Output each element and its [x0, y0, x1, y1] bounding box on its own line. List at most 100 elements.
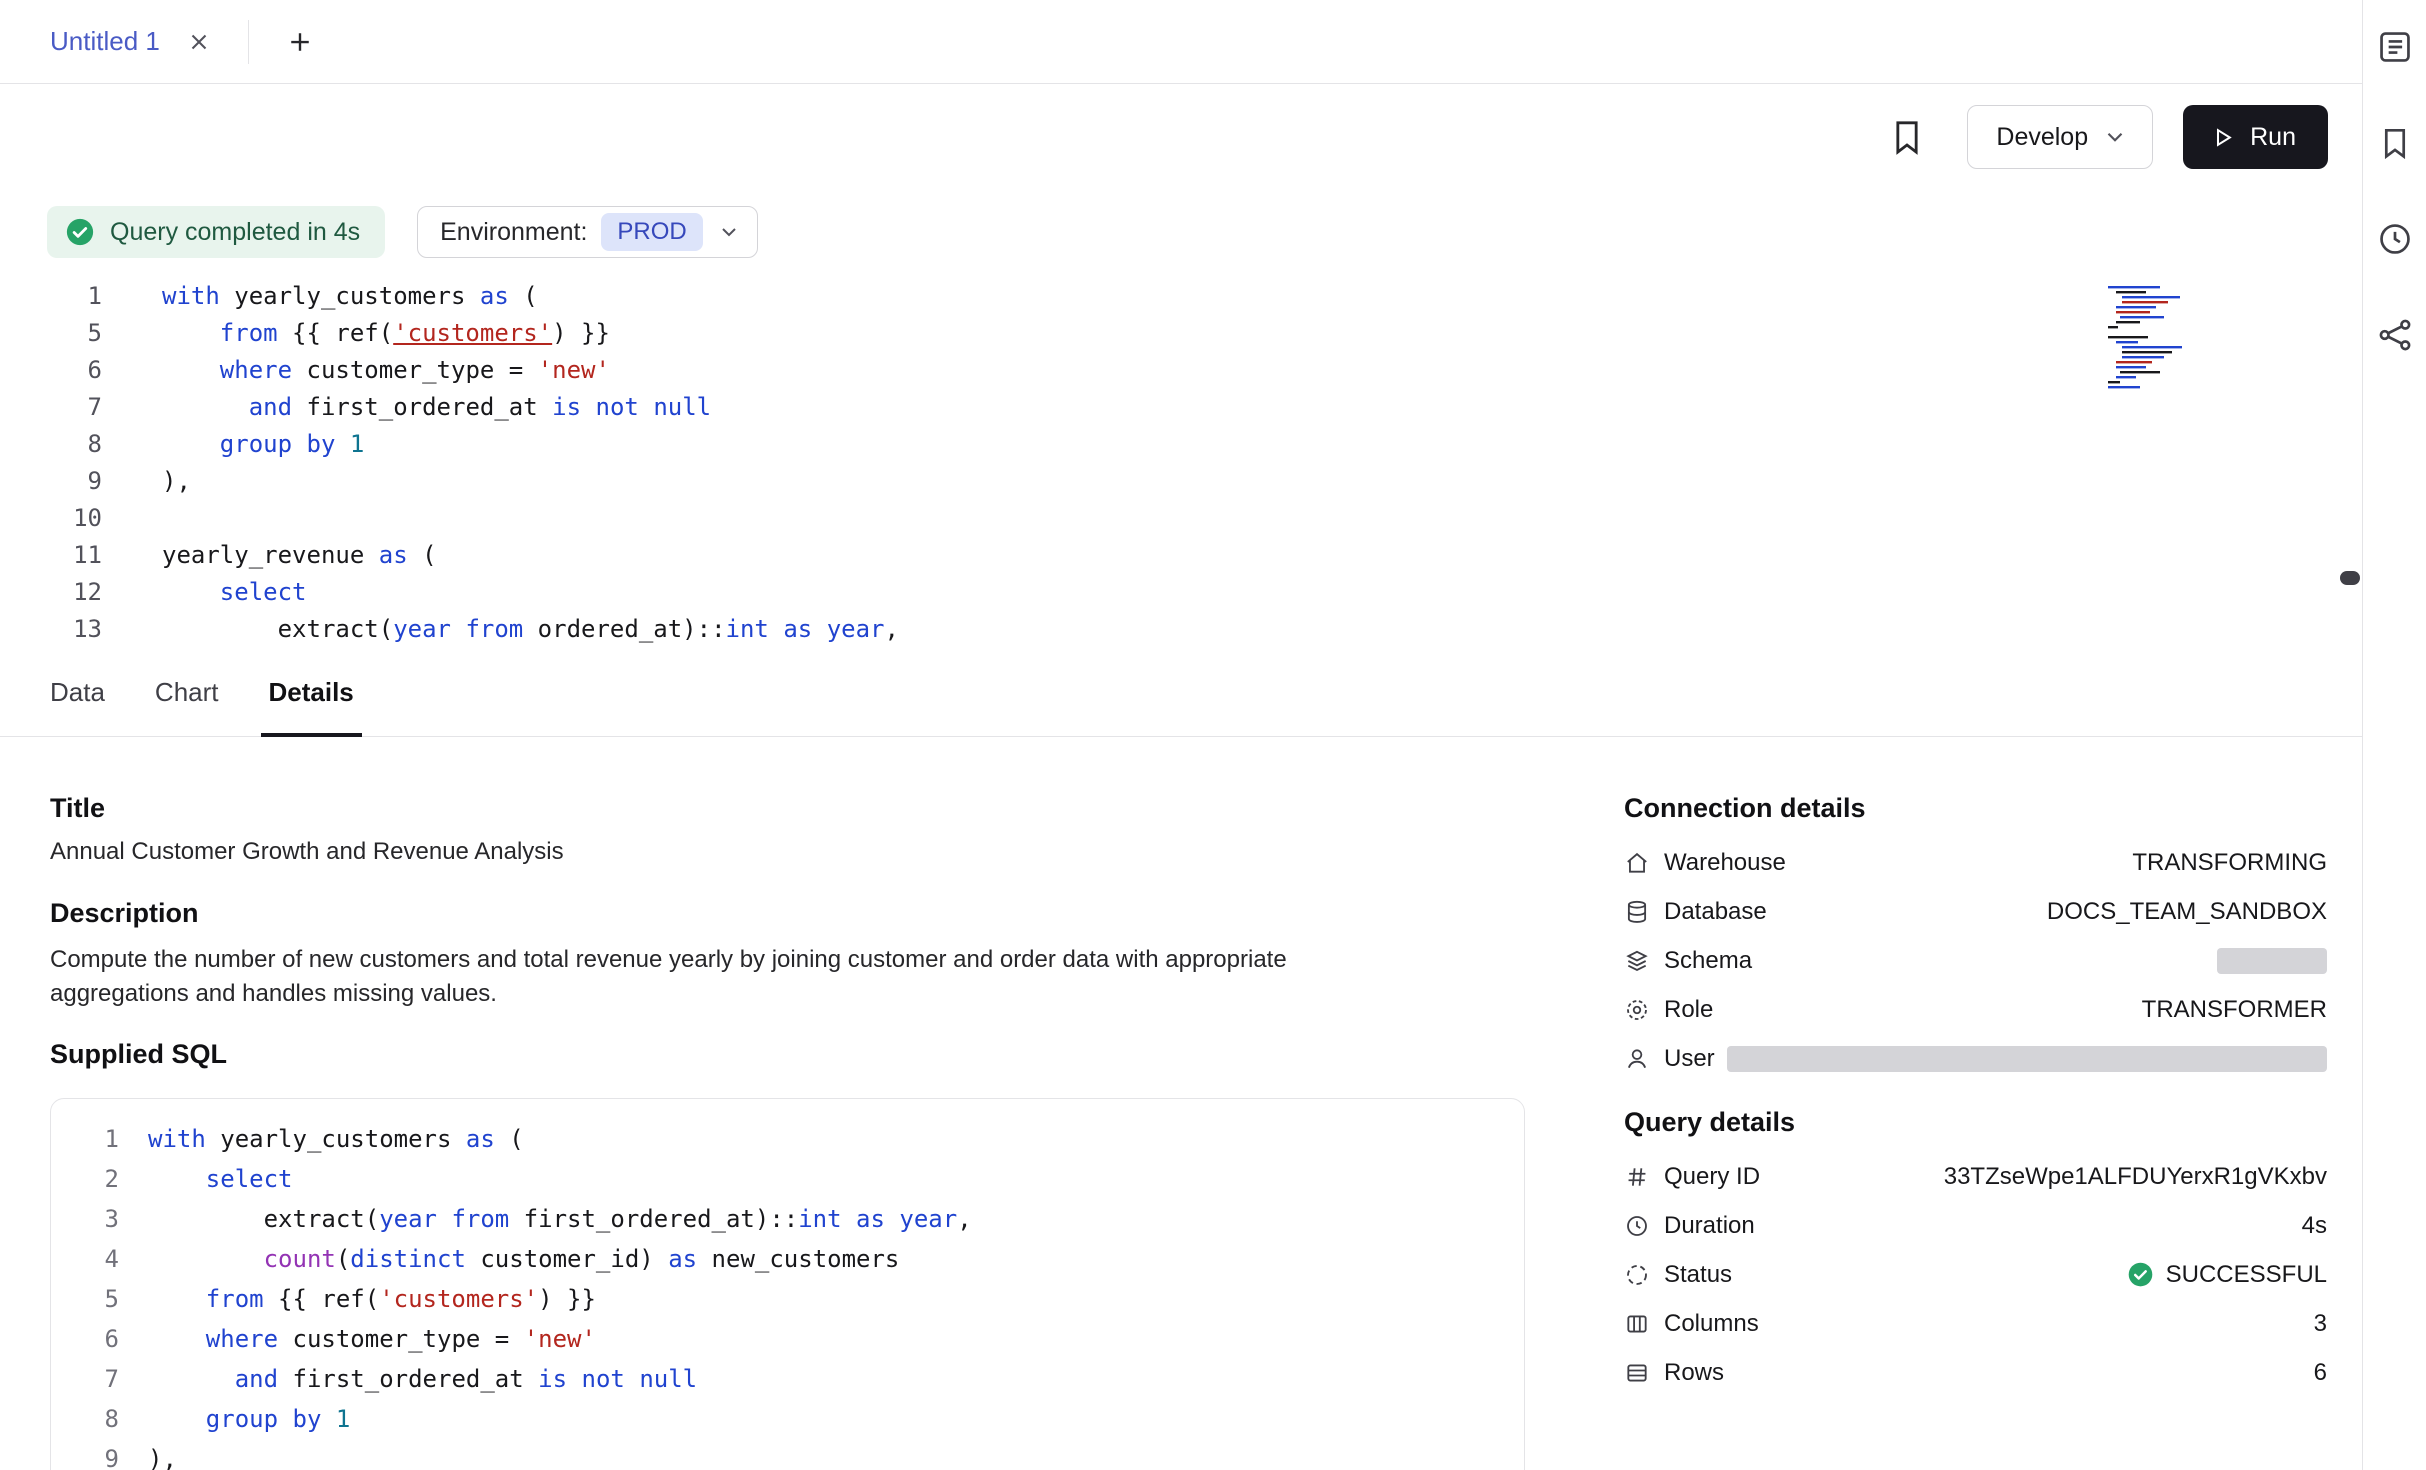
query-id-value: 33TZseWpe1ALFDUYerxR1gVKxbv — [1944, 1163, 2327, 1191]
code-line: 5 from {{ ref('customers') }} — [0, 315, 2362, 352]
schema-redacted-value — [2217, 948, 2327, 974]
close-tab-icon[interactable] — [186, 29, 212, 55]
line-number: 4 — [51, 1239, 119, 1279]
run-button-label: Run — [2250, 123, 2296, 152]
hash-icon — [1624, 1164, 1650, 1190]
description-heading: Description — [50, 898, 1525, 929]
code-line: 8 group by 1 — [0, 426, 2362, 463]
tab-data-label: Data — [50, 677, 105, 708]
schema-icon — [1624, 948, 1650, 974]
line-number: 11 — [0, 537, 102, 574]
sql-editor[interactable]: 1with yearly_customers as (5 from {{ ref… — [0, 278, 2362, 648]
develop-button[interactable]: Develop — [1967, 105, 2153, 169]
rows-value: 6 — [2314, 1359, 2327, 1387]
role-value: TRANSFORMER — [2142, 996, 2327, 1024]
query-details-heading: Query details — [1624, 1107, 2327, 1138]
query-details-rows: Query ID 33TZseWpe1ALFDUYerxR1gVKxbv Dur… — [1624, 1152, 2327, 1397]
code-line: 11yearly_revenue as ( — [0, 537, 2362, 574]
title-heading: Title — [50, 793, 1525, 824]
results-tabs: Data Chart Details — [0, 648, 2362, 737]
connection-row-warehouse: Warehouse TRANSFORMING — [1624, 838, 2327, 887]
tab-chart-label: Chart — [155, 677, 219, 708]
tab-details[interactable]: Details — [269, 648, 354, 736]
environment-label: Environment: — [440, 218, 587, 247]
query-row-status: Status SUCCESSFUL — [1624, 1250, 2327, 1299]
line-number: 5 — [51, 1279, 119, 1319]
user-icon — [1624, 1046, 1650, 1072]
line-number: 6 — [0, 352, 102, 389]
line-number: 9 — [51, 1439, 119, 1470]
run-button[interactable]: Run — [2183, 105, 2328, 169]
tab-divider — [248, 20, 249, 64]
query-row-columns: Columns 3 — [1624, 1299, 2327, 1348]
main-area: Untitled 1 Develop Run — [0, 0, 2362, 1470]
line-number: 7 — [0, 389, 102, 426]
line-number: 1 — [0, 278, 102, 315]
editor-lines: 1with yearly_customers as (5 from {{ ref… — [0, 278, 2362, 648]
row-label: Warehouse — [1664, 849, 1786, 877]
status-value: SUCCESSFUL — [2127, 1261, 2327, 1289]
row-label: Schema — [1664, 947, 1752, 975]
minimap[interactable] — [2102, 284, 2216, 391]
details-left-column: Title Annual Customer Growth and Revenue… — [50, 793, 1525, 1470]
columns-value: 3 — [2314, 1310, 2327, 1338]
connection-rows: Warehouse TRANSFORMING Database DOCS_TEA… — [1624, 838, 2327, 1083]
tab-details-label: Details — [269, 677, 354, 708]
connection-row-user: User — [1624, 1034, 2327, 1083]
query-status-pill: Query completed in 4s — [47, 206, 385, 258]
line-number: 2 — [51, 1159, 119, 1199]
check-circle-icon — [65, 217, 95, 247]
editor-scrollbar-thumb[interactable] — [2340, 571, 2360, 585]
environment-value-badge: PROD — [601, 213, 702, 251]
line-number: 7 — [51, 1359, 119, 1399]
details-panel: Title Annual Customer Growth and Revenue… — [0, 737, 2362, 1470]
user-redacted-value — [1727, 1046, 2327, 1072]
query-row-id: Query ID 33TZseWpe1ALFDUYerxR1gVKxbv — [1624, 1152, 2327, 1201]
environment-selector[interactable]: Environment: PROD — [417, 206, 758, 258]
role-icon — [1624, 997, 1650, 1023]
tab-chart[interactable]: Chart — [155, 648, 219, 736]
warehouse-value: TRANSFORMING — [2132, 849, 2327, 877]
status-row: Query completed in 4s Environment: PROD — [0, 206, 2362, 258]
tab-bar: Untitled 1 — [0, 0, 2362, 84]
code-line: 2 select — [51, 1159, 1524, 1199]
code-line: 12 select — [0, 574, 2362, 611]
code-line: 10 — [0, 500, 2362, 537]
row-label: Query ID — [1664, 1163, 1760, 1191]
database-icon — [1624, 899, 1650, 925]
new-tab-icon[interactable] — [285, 27, 315, 57]
right-icon-rail — [2362, 0, 2426, 1470]
success-check-icon — [2127, 1261, 2154, 1288]
description-value: Compute the number of new customers and … — [50, 943, 1410, 1011]
row-label: Rows — [1664, 1359, 1724, 1387]
bookmark-icon[interactable] — [1887, 117, 1927, 157]
status-icon — [1624, 1262, 1650, 1288]
develop-button-label: Develop — [1996, 123, 2088, 152]
code-line: 7 and first_ordered_at is not null — [0, 389, 2362, 426]
tab-title: Untitled 1 — [50, 26, 160, 57]
bookmark-rail-icon[interactable] — [2376, 124, 2414, 162]
code-line: 5 from {{ ref('customers') }} — [51, 1279, 1524, 1319]
line-number: 10 — [0, 500, 102, 537]
line-number: 1 — [51, 1119, 119, 1159]
query-status-text: Query completed in 4s — [110, 218, 360, 247]
code-line: 7 and first_ordered_at is not null — [51, 1359, 1524, 1399]
tab-data[interactable]: Data — [50, 648, 105, 736]
line-number: 6 — [51, 1319, 119, 1359]
app-window: Untitled 1 Develop Run — [0, 0, 2426, 1470]
title-value: Annual Customer Growth and Revenue Analy… — [50, 838, 1525, 866]
clock-icon — [1624, 1213, 1650, 1239]
connection-details-heading: Connection details — [1624, 793, 2327, 824]
supplied-sql-code-block: 1with yearly_customers as (2 select3 ext… — [50, 1098, 1525, 1470]
row-label: Status — [1664, 1261, 1732, 1289]
status-text: SUCCESSFUL — [2166, 1261, 2327, 1289]
editor-panel-icon[interactable] — [2376, 28, 2414, 66]
row-label: Columns — [1664, 1310, 1759, 1338]
details-right-column: Connection details Warehouse TRANSFORMIN… — [1624, 793, 2327, 1470]
code-line: 6 where customer_type = 'new' — [51, 1319, 1524, 1359]
line-number: 3 — [51, 1199, 119, 1239]
lineage-icon[interactable] — [2376, 316, 2414, 354]
chevron-down-icon — [717, 220, 741, 244]
history-icon[interactable] — [2376, 220, 2414, 258]
tab-untitled-1[interactable]: Untitled 1 — [50, 26, 212, 57]
